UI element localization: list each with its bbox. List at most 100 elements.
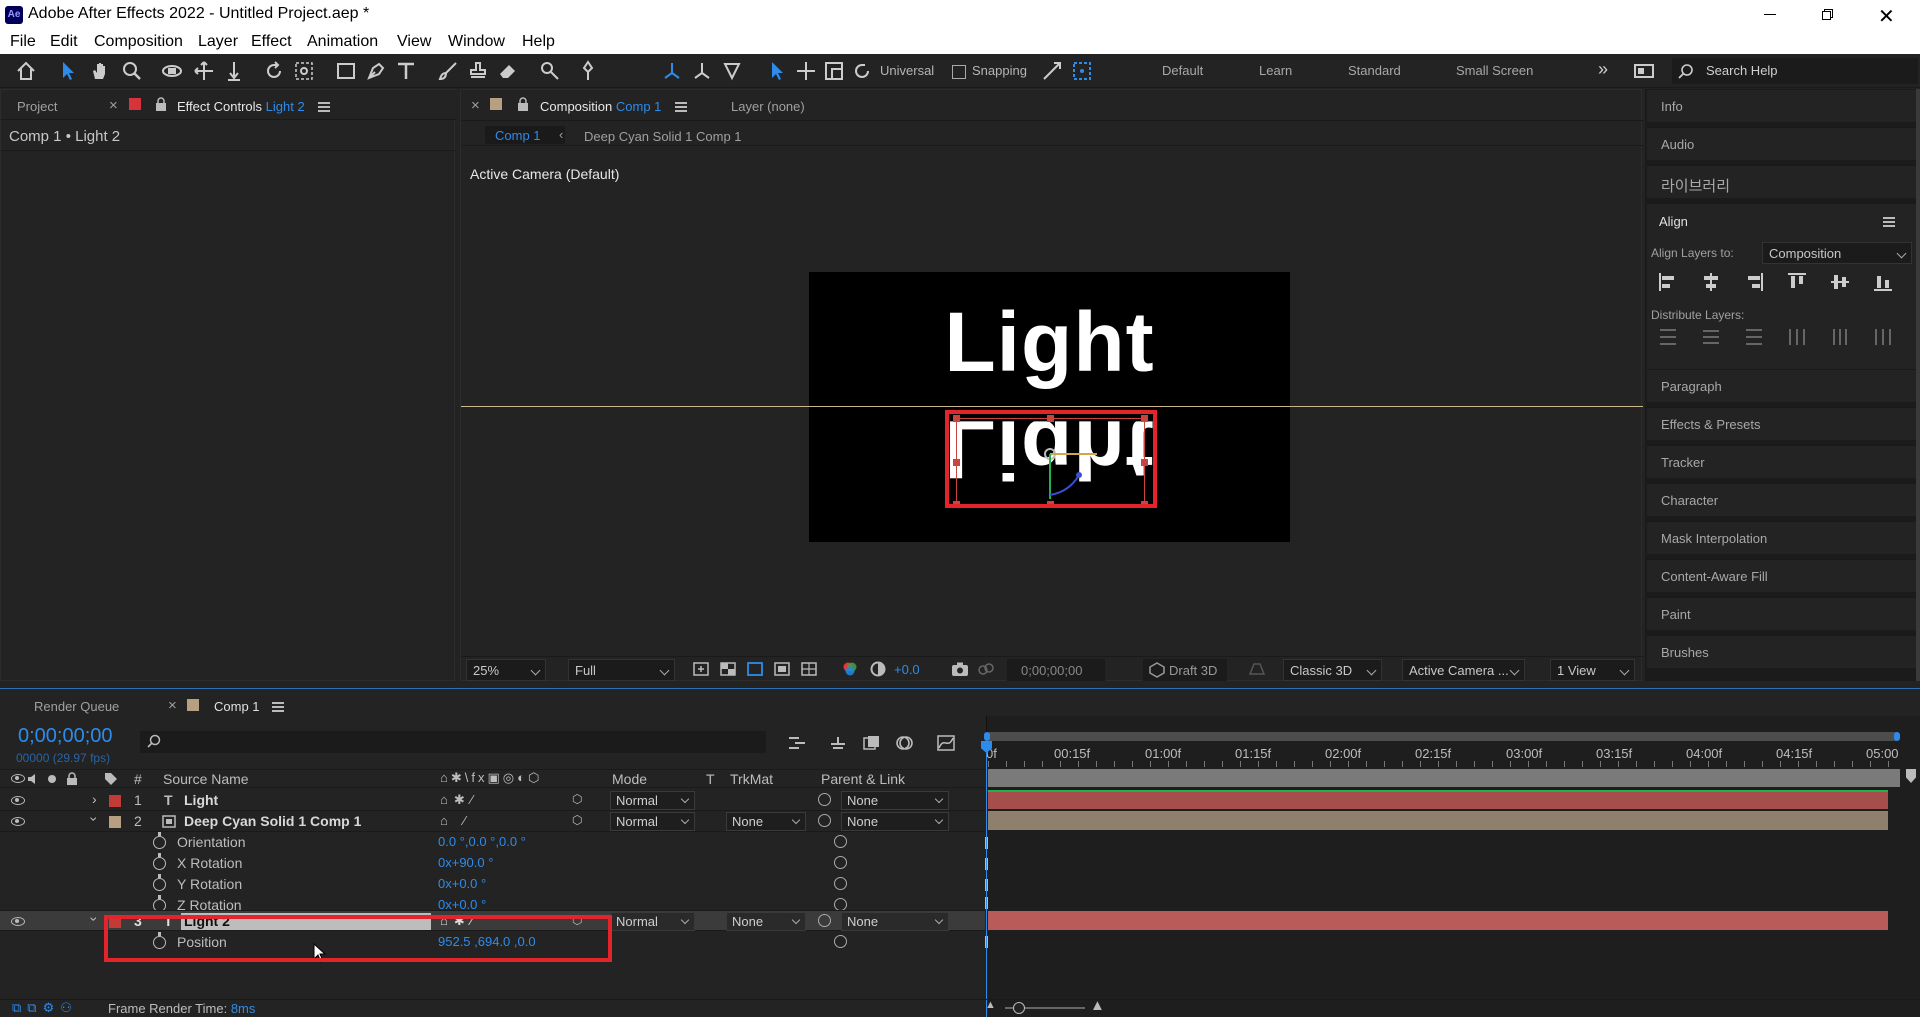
panel-info[interactable]: Info xyxy=(1647,89,1916,122)
world-axis-icon[interactable] xyxy=(690,59,714,83)
search-help-box[interactable]: Search Help xyxy=(1672,58,1918,84)
anchor-point-tool-icon[interactable] xyxy=(292,59,316,83)
view-layout-dropdown[interactable]: 1 View xyxy=(1550,659,1635,681)
workspace-learn[interactable]: Learn xyxy=(1259,63,1292,78)
distribute-bottom-icon[interactable] xyxy=(1743,326,1765,348)
timeline-zoom-slider[interactable] xyxy=(1005,1002,1085,1014)
panel-paint[interactable]: Paint xyxy=(1647,597,1916,630)
layer-name[interactable]: Light xyxy=(184,792,218,808)
stopwatch-icon[interactable] xyxy=(153,853,166,870)
menu-help[interactable]: Help xyxy=(522,33,555,51)
frame-blending-icon[interactable] xyxy=(862,734,882,752)
timeline-menu-icon[interactable] xyxy=(272,702,284,712)
pan-camera-icon[interactable] xyxy=(192,59,216,83)
draft-3d-toggle[interactable]: Draft 3D xyxy=(1143,659,1227,681)
layer-row-1[interactable]: › 1 T Light ⌂✱∕ ⬡ Normal None xyxy=(0,790,985,811)
workspace-overflow-icon[interactable]: » xyxy=(1598,59,1608,80)
exposure-reset-icon[interactable] xyxy=(869,660,887,678)
property-row-z-rotation[interactable]: Z Rotation 0x+0.0 ° xyxy=(0,895,985,910)
expand-arrow-icon[interactable]: › xyxy=(92,791,97,807)
stopwatch-icon[interactable] xyxy=(153,895,166,910)
show-snapshot-icon[interactable] xyxy=(977,661,995,677)
panel-toggle-icon[interactable] xyxy=(1632,59,1656,83)
subtab-deep-cyan[interactable]: Deep Cyan Solid 1 Comp 1 xyxy=(584,129,742,144)
align-bottom-icon[interactable] xyxy=(1872,271,1894,293)
menu-window[interactable]: Window xyxy=(448,33,505,51)
layer-name[interactable]: Deep Cyan Solid 1 Comp 1 xyxy=(184,813,361,829)
work-area-start-handle[interactable] xyxy=(984,732,990,741)
panel-brushes[interactable]: Brushes xyxy=(1647,635,1916,668)
color-channels-icon[interactable] xyxy=(841,660,859,678)
work-area-bar[interactable] xyxy=(988,732,1898,741)
region-of-interest-icon[interactable] xyxy=(692,660,710,678)
distribute-left-icon[interactable] xyxy=(1786,326,1808,348)
shy-layers-icon[interactable] xyxy=(828,734,848,752)
blend-mode-dropdown[interactable]: Normal xyxy=(610,791,695,810)
snapping-checkbox[interactable] xyxy=(952,65,966,79)
layer-switch-icons[interactable]: ⌂✱∕ xyxy=(440,792,479,808)
safe-margins-icon[interactable] xyxy=(773,660,791,678)
home-icon[interactable] xyxy=(14,59,38,83)
menu-composition[interactable]: Composition xyxy=(94,33,183,51)
zoom-dropdown[interactable]: 25% xyxy=(466,659,546,681)
rectangle-tool-icon[interactable] xyxy=(334,59,358,83)
property-value[interactable]: 0x+0.0 ° xyxy=(438,897,486,910)
canvas-text-light[interactable]: Light xyxy=(809,294,1290,391)
ground-plane-icon[interactable] xyxy=(1247,661,1267,677)
3d-layer-switch-icon[interactable]: ⬡ xyxy=(572,813,582,827)
visibility-eye-icon[interactable] xyxy=(11,796,25,805)
parent-pickwhip-icon[interactable] xyxy=(818,793,831,806)
track-matte-dropdown[interactable]: None xyxy=(726,812,806,831)
mask-visibility-icon[interactable] xyxy=(746,660,764,678)
composition-flowchart-icon[interactable] xyxy=(787,734,807,752)
close-tab-icon[interactable]: × xyxy=(109,97,118,114)
workspace-default[interactable]: Default xyxy=(1162,63,1203,78)
parent-pickwhip-icon[interactable] xyxy=(818,814,831,827)
workspace-standard[interactable]: Standard xyxy=(1348,63,1401,78)
snap-feather-icon[interactable] xyxy=(1070,59,1094,83)
lock-icon[interactable] xyxy=(155,97,167,111)
align-vertical-center-icon[interactable] xyxy=(1829,271,1851,293)
dolly-camera-icon[interactable] xyxy=(222,59,246,83)
view-axis-icon[interactable] xyxy=(720,59,744,83)
panel-menu-icon[interactable] xyxy=(318,102,330,112)
tab-render-queue[interactable]: Render Queue xyxy=(34,699,119,714)
right-scrollbar[interactable] xyxy=(1916,89,1920,681)
align-to-dropdown[interactable]: Composition xyxy=(1762,242,1912,264)
layer-row-2[interactable]: › 2 Deep Cyan Solid 1 Comp 1 ⌂ ∕ ⬡ Norma… xyxy=(0,811,985,832)
align-panel-menu-icon[interactable] xyxy=(1883,217,1895,227)
layer-switch-icons[interactable]: ⌂ ∕ xyxy=(440,813,472,828)
pen-tool-icon[interactable] xyxy=(364,59,388,83)
timeline-zoom-thumb[interactable] xyxy=(1013,1002,1025,1014)
rotation-tool-icon[interactable] xyxy=(262,59,286,83)
roto-brush-tool-icon[interactable] xyxy=(538,59,562,83)
stopwatch-icon[interactable] xyxy=(153,832,166,849)
tab-effect-controls[interactable]: Effect Controls Light 2 xyxy=(177,99,305,114)
current-time-field[interactable]: 0;00;00;00 xyxy=(1007,659,1105,681)
expression-pickwhip-icon[interactable] xyxy=(834,856,847,869)
resolution-dropdown[interactable]: Full xyxy=(568,659,675,681)
panel-audio[interactable]: Audio xyxy=(1647,127,1916,160)
expression-pickwhip-icon[interactable] xyxy=(834,877,847,890)
track-matte-dropdown[interactable]: None xyxy=(726,912,806,931)
panel-effects-presets[interactable]: Effects & Presets xyxy=(1647,407,1916,440)
snapshot-camera-icon[interactable] xyxy=(950,661,970,677)
graph-editor-icon[interactable] xyxy=(936,734,956,752)
universal-selection-icon[interactable] xyxy=(765,59,789,83)
panel-mask-interpolation[interactable]: Mask Interpolation xyxy=(1647,521,1916,554)
exposure-value[interactable]: +0.0 xyxy=(894,662,920,677)
menu-layer[interactable]: Layer xyxy=(198,33,238,51)
column-source-name[interactable]: Source Name xyxy=(163,771,249,787)
blend-mode-dropdown[interactable]: Normal xyxy=(610,912,695,931)
universal-rotate-icon[interactable] xyxy=(850,59,874,83)
property-row-x-rotation[interactable]: X Rotation 0x+90.0 ° xyxy=(0,853,985,874)
timeline-current-time[interactable]: 0;00;00;00 xyxy=(18,725,113,748)
brush-tool-icon[interactable] xyxy=(436,59,460,83)
panel-content-aware-fill[interactable]: Content-Aware Fill xyxy=(1647,559,1916,592)
renderer-dropdown[interactable]: Classic 3D xyxy=(1283,659,1382,681)
grid-guides-icon[interactable] xyxy=(800,660,818,678)
property-value[interactable]: 0.0 °,0.0 °,0.0 ° xyxy=(438,834,526,849)
visibility-eye-icon[interactable] xyxy=(11,917,25,926)
layer-3-duration-bar[interactable] xyxy=(988,911,1888,930)
universal-scale-icon[interactable] xyxy=(822,59,846,83)
